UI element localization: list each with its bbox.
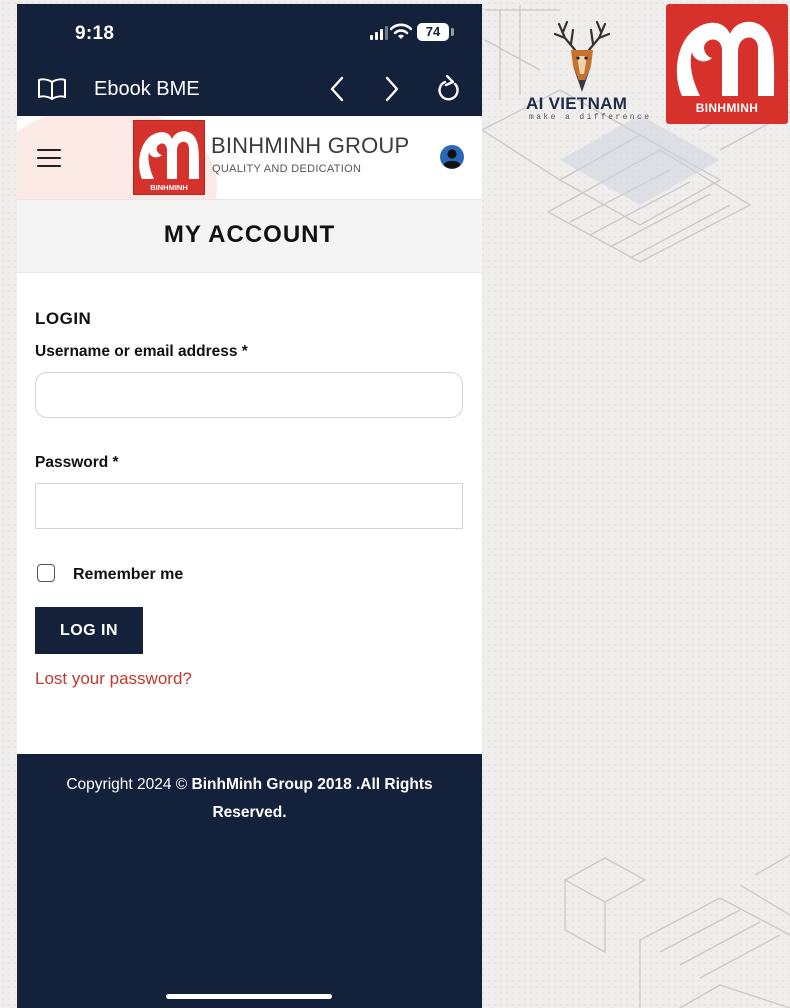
- username-label: Username or email address *: [35, 343, 248, 360]
- home-indicator[interactable]: [166, 994, 332, 999]
- brand-tagline: QUALITY AND DEDICATION: [212, 163, 362, 175]
- battery-icon: 74: [417, 23, 449, 41]
- site-footer: Copyright 2024 © BinhMinh Group 2018 .Al…: [17, 754, 482, 1008]
- page-title-bar: MY ACCOUNT: [17, 200, 482, 273]
- login-button[interactable]: LOG IN: [35, 607, 143, 654]
- brand-name: BINHMINH GROUP: [211, 133, 410, 158]
- battery-tip: [451, 28, 454, 36]
- reload-icon[interactable]: [437, 74, 461, 104]
- status-time: 9:18: [75, 23, 115, 44]
- remember-label[interactable]: Remember me: [73, 566, 183, 584]
- copyright-prefix: Copyright 2024 ©: [66, 776, 192, 793]
- copyright-text: Copyright 2024 © BinhMinh Group 2018 .Al…: [43, 771, 456, 827]
- browser-toolbar: Ebook BME: [17, 62, 482, 116]
- signal-icon: [370, 26, 388, 40]
- copyright-owner: BinhMinh Group 2018 .All Rights Reserved…: [191, 776, 433, 821]
- status-bar: 9:18 74: [17, 4, 482, 62]
- back-icon[interactable]: [329, 76, 345, 102]
- browser-title: Ebook BME: [94, 78, 200, 100]
- page-title: MY ACCOUNT: [163, 221, 336, 248]
- password-label: Password *: [35, 454, 119, 471]
- brand-logo-label: BINHMINH: [150, 183, 188, 192]
- username-input[interactable]: [35, 372, 463, 418]
- phone-screen: 9:18 74 Ebook BME BINHMINH ® BINHMINH GR…: [17, 4, 482, 1008]
- user-icon[interactable]: [440, 145, 464, 169]
- partner-logo: BINHMINH: [666, 4, 788, 124]
- registered-mark: ®: [192, 124, 199, 134]
- site-header: BINHMINH ® BINHMINH GROUP QUALITY AND DE…: [17, 116, 482, 200]
- remember-checkbox[interactable]: [37, 564, 55, 582]
- partner-logo-label: BINHMINH: [695, 101, 759, 115]
- lost-password-link[interactable]: Lost your password?: [35, 669, 192, 689]
- menu-icon[interactable]: [37, 149, 61, 168]
- book-icon[interactable]: [37, 78, 67, 100]
- deer-icon: [553, 20, 611, 92]
- org-name: AI VIETNAM: [526, 94, 628, 113]
- login-heading: LOGIN: [35, 309, 92, 328]
- password-input[interactable]: [35, 483, 463, 529]
- org-tagline: make a difference: [529, 113, 652, 122]
- forward-icon[interactable]: [384, 76, 400, 102]
- wifi-icon: [390, 23, 412, 39]
